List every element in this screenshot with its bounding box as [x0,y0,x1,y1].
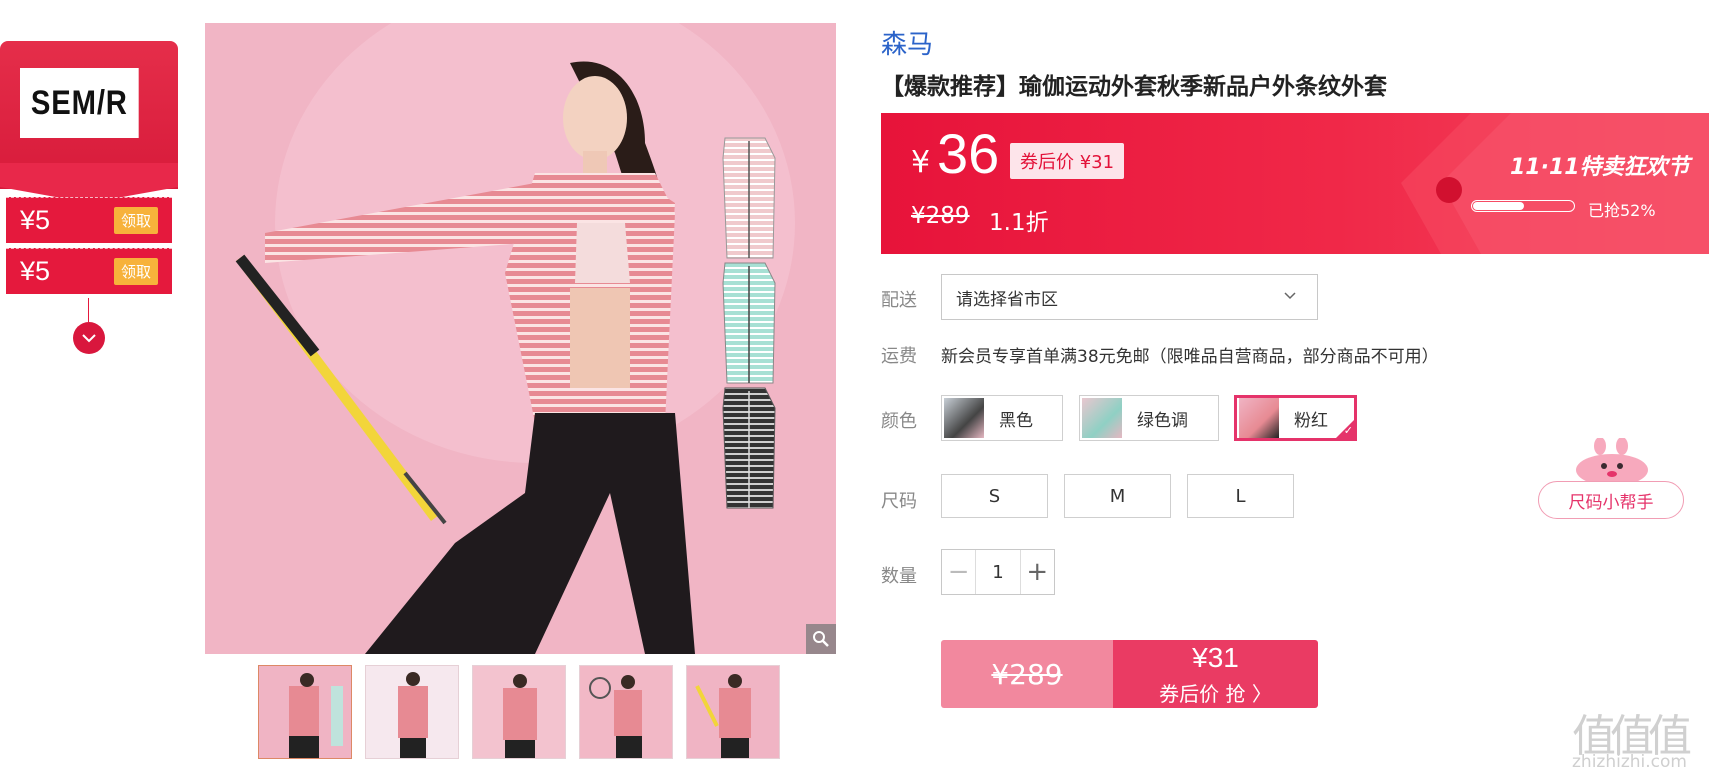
color-label: 颜色 [881,411,917,432]
chevron-down-icon [1284,292,1296,300]
quantity-decrease-button[interactable]: − [942,550,977,594]
size-label: 尺码 [881,491,917,512]
watermark-site: zhizhizhi.com [1572,752,1687,772]
after-coupon-price-badge: 券后价 ¥31 [1010,143,1125,179]
region-select-placeholder: 请选择省市区 [956,289,1058,310]
color-option-black[interactable]: 黑色 [941,395,1063,441]
coupon-item: ¥5 领取 [6,197,172,243]
thumbnail[interactable] [686,665,780,759]
buy-original-price: ¥289 [941,640,1113,708]
size-option-m[interactable]: M [1064,474,1171,518]
color-option-label: 粉红 [1294,410,1328,431]
sold-progress-fill [1473,202,1525,210]
product-title: 【爆款推荐】瑜伽运动外套秋季新品户外条纹外套 [881,74,1387,100]
color-option-green[interactable]: 绿色调 [1079,395,1219,441]
quantity-increase-button[interactable]: + [1019,550,1054,594]
freight-text: 新会员专享首单满38元免邮（限唯品自营商品，部分商品不可用） [941,347,1439,367]
current-price: 36 [937,122,1000,185]
thumbnail[interactable] [365,665,459,759]
product-brand-link[interactable]: 森马 [881,24,933,61]
original-price: ¥289 [911,203,970,229]
sold-progress-bar [1471,200,1575,212]
buy-with-coupon-button[interactable]: ¥31 券后价 抢 〉 [1113,640,1318,708]
price-banner: ¥ 36 券后价 ¥31 ¥289 1.1折 11·11特卖狂欢节 已抢52% [881,113,1709,254]
color-swatch [1082,398,1122,438]
chevron-down-icon[interactable] [73,322,105,354]
quantity-label: 数量 [881,566,917,587]
claim-coupon-button[interactable]: 领取 [113,258,158,285]
quantity-input[interactable]: 1 [976,550,1019,594]
color-swatch [944,398,984,438]
color-option-label: 绿色调 [1137,410,1188,431]
sold-percent-text: 已抢52% [1588,201,1656,220]
coupon-connector [88,298,89,322]
color-option-pink[interactable]: 粉红 ✓ [1234,395,1357,441]
thumbnail[interactable] [258,665,352,759]
claim-coupon-button[interactable]: 领取 [113,207,158,234]
festival-label: 11·11特卖狂欢节 [1510,155,1690,180]
buy-cta-label: 券后价 抢 〉 [1159,682,1272,706]
price-currency: ¥ [911,145,931,180]
size-option-l[interactable]: L [1187,474,1294,518]
coupon-amount: ¥5 [20,256,51,286]
zoom-icon[interactable] [806,624,836,654]
coupon-item: ¥5 领取 [6,248,172,294]
buy-coupon-price: ¥31 [1192,642,1239,673]
thumbnail[interactable] [472,665,566,759]
region-select[interactable]: 请选择省市区 [941,274,1318,320]
quantity-stepper: − 1 + [941,549,1055,595]
discount-rate: 1.1折 [989,210,1049,236]
thumbnail[interactable] [579,665,673,759]
color-swatch [1239,398,1279,438]
coupon-amount: ¥5 [20,205,51,235]
size-helper-button[interactable]: 尺码小帮手 [1538,481,1684,519]
color-option-label: 黑色 [999,410,1033,431]
brand-logo[interactable]: SEM/R [20,68,139,138]
freight-label: 运费 [881,346,917,367]
size-option-s[interactable]: S [941,474,1048,518]
mascot-icon [1576,438,1648,486]
selected-check-icon: ✓ [1334,418,1356,440]
delivery-label: 配送 [881,290,917,311]
product-main-image[interactable] [205,23,836,654]
